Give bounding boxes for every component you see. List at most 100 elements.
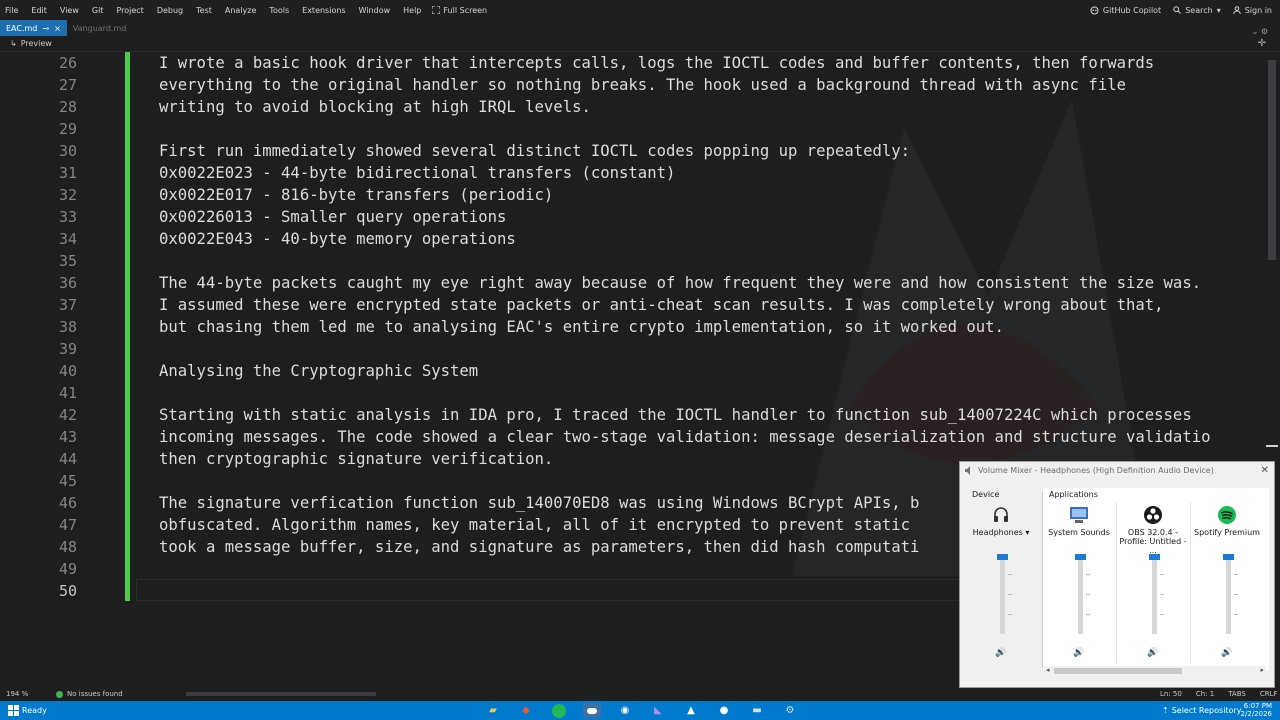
slider-thumb[interactable] [1075, 554, 1086, 560]
slider-track [1000, 558, 1005, 634]
spotify-icon[interactable] [550, 703, 568, 718]
slider-tick [1234, 594, 1238, 595]
tabs-indicator[interactable]: TABS [1228, 690, 1246, 698]
volume-slider-system-sounds[interactable] [1042, 554, 1116, 636]
volume-slider-spotify[interactable] [1190, 554, 1264, 636]
zoom-level[interactable]: 194 % [0, 690, 56, 698]
app-column-spotify: Spotify Premium [1190, 502, 1264, 548]
menu-edit[interactable]: Edit [25, 6, 54, 15]
steam-icon[interactable]: ◉ [616, 703, 634, 718]
menu-bar: File Edit View Git Project Debug Test An… [0, 0, 1280, 20]
mixer-scroll-thumb[interactable] [1054, 668, 1182, 674]
copilot-button[interactable]: GitHub Copilot [1090, 6, 1161, 15]
issues-indicator[interactable]: No issues found [56, 690, 123, 698]
visual-studio-icon[interactable]: ◣ [649, 703, 667, 718]
scroll-right-icon[interactable]: ▸ [1260, 666, 1264, 674]
sign-in-button[interactable]: Sign in [1233, 6, 1272, 15]
menu-debug[interactable]: Debug [151, 6, 190, 15]
line-number: 41 [58, 384, 77, 402]
device-column: Headphones ▾ [964, 502, 1038, 548]
preview-label[interactable]: Preview [21, 39, 52, 48]
windows-start-icon[interactable] [8, 705, 19, 716]
code-line: Starting with static analysis in IDA pro… [159, 406, 1192, 424]
app-label: OBS 32.0.4 - Profile: Untitled - ... [1119, 528, 1187, 555]
discord-icon[interactable] [583, 703, 601, 718]
menu-view[interactable]: View [54, 6, 86, 15]
terminal-icon[interactable]: ▬ [748, 703, 766, 718]
app-column-obs: OBS 32.0.4 - Profile: Untitled - ... [1116, 502, 1190, 555]
mute-speaker-icon[interactable]: 🔊 [1116, 648, 1190, 658]
volume-slider-device[interactable] [964, 554, 1038, 636]
app-column-system-sounds: System Sounds [1042, 502, 1116, 548]
slider-tick [1086, 614, 1090, 615]
code-line: writing to avoid blocking at high IRQL l… [159, 98, 591, 116]
slider-track [1078, 558, 1083, 634]
code-line: but chasing them led me to analysing EAC… [159, 318, 1004, 336]
close-icon[interactable]: × [54, 24, 61, 33]
line-number: 48 [58, 538, 77, 556]
add-icon[interactable]: ✛ [1258, 38, 1280, 49]
tab-bar: EAC.md ⊸ × Vanguard.md ⌄ ⚙ [0, 20, 1280, 36]
tab-overflow-icon[interactable]: ⌄ ⚙ [1252, 27, 1280, 36]
slider-tick [1234, 614, 1238, 615]
line-number: 26 [58, 54, 77, 72]
app-label: System Sounds [1048, 528, 1110, 537]
menu-window[interactable]: Window [353, 6, 398, 15]
menu-git[interactable]: Git [86, 6, 111, 15]
mixer-title-bar[interactable]: Volume Mixer - Headphones (High Definiti… [960, 462, 1274, 479]
arc-icon[interactable]: ▲ [682, 703, 700, 718]
code-line: I assumed these were encrypted state pac… [159, 296, 1164, 314]
repository-icon: ⇡ [1162, 706, 1169, 715]
line-number-gutter: 26 27 28 29 30 31 32 33 34 35 36 37 38 39 40 41 42 43 44 45… [0, 52, 90, 687]
tab-eac-md[interactable]: EAC.md ⊸ × [0, 20, 67, 36]
mute-speaker-icon[interactable]: 🔊 [1190, 648, 1264, 658]
menu-analyze[interactable]: Analyze [219, 6, 264, 15]
system-sounds-icon [1042, 502, 1116, 528]
menu-extensions[interactable]: Extensions [296, 6, 352, 15]
pin-icon[interactable]: ⊸ [42, 24, 49, 33]
device-dropdown[interactable]: Headphones ▾ [964, 528, 1038, 548]
system-clock[interactable]: 6:07 PM 2/2/2026 [1241, 702, 1272, 718]
tab-vanguard-md[interactable]: Vanguard.md [67, 20, 133, 36]
file-explorer-icon[interactable]: ▰ [484, 703, 502, 718]
line-number: 29 [58, 120, 77, 138]
brave-browser-icon[interactable]: ◆ [517, 703, 535, 718]
full-screen-button[interactable]: Full Screen [428, 6, 487, 15]
menu-tools[interactable]: Tools [263, 6, 296, 15]
change-indicator-bar [125, 52, 130, 601]
slider-thumb[interactable] [1223, 554, 1234, 560]
settings-icon[interactable]: ⚙ [781, 703, 799, 718]
line-number: 45 [58, 472, 77, 490]
taskbar-apps: ▰ ◆ ◉ ◣ ▲ ● ▬ ⚙ [484, 701, 799, 720]
code-line: took a message buffer, size, and signatu… [159, 538, 920, 556]
horizontal-scrollbar[interactable] [186, 692, 376, 696]
search-label: Search [1185, 5, 1213, 15]
mixer-horizontal-scrollbar[interactable]: ◂ ▸ [1044, 666, 1266, 676]
scrollbar-thumb[interactable] [1268, 60, 1276, 260]
chevron-down-icon: ▾ [1216, 5, 1221, 15]
search-button[interactable]: Search ▾ [1173, 6, 1221, 15]
slider-thumb[interactable] [1149, 554, 1160, 560]
volume-slider-obs[interactable] [1116, 554, 1190, 636]
menu-test[interactable]: Test [190, 6, 219, 15]
volume-mixer-window: Volume Mixer - Headphones (High Definiti… [959, 461, 1275, 688]
code-line: First run immediately showed several dis… [159, 142, 911, 160]
menu-help[interactable]: Help [397, 6, 428, 15]
line-number: 42 [58, 406, 77, 424]
scroll-left-icon[interactable]: ◂ [1046, 666, 1050, 674]
select-repository-button[interactable]: ⇡ Select Repository [1162, 706, 1241, 715]
close-icon[interactable]: ✕ [1261, 465, 1269, 476]
char-indicator: Ch: 1 [1195, 690, 1215, 698]
slider-thumb[interactable] [997, 554, 1008, 560]
applications-header: Applications [1049, 490, 1098, 499]
spotify-icon [1190, 502, 1264, 528]
line-number: 49 [58, 560, 77, 578]
menu-file[interactable]: File [0, 6, 25, 15]
menu-project[interactable]: Project [110, 6, 150, 15]
mute-speaker-icon[interactable]: 🔊 [964, 648, 1038, 658]
mute-speaker-icon[interactable]: 🔊 [1042, 648, 1116, 658]
line-number: 27 [58, 76, 77, 94]
tab-label: Vanguard.md [72, 23, 127, 33]
obs-icon[interactable]: ● [715, 703, 733, 718]
line-ending-indicator[interactable]: CRLF [1260, 690, 1278, 698]
